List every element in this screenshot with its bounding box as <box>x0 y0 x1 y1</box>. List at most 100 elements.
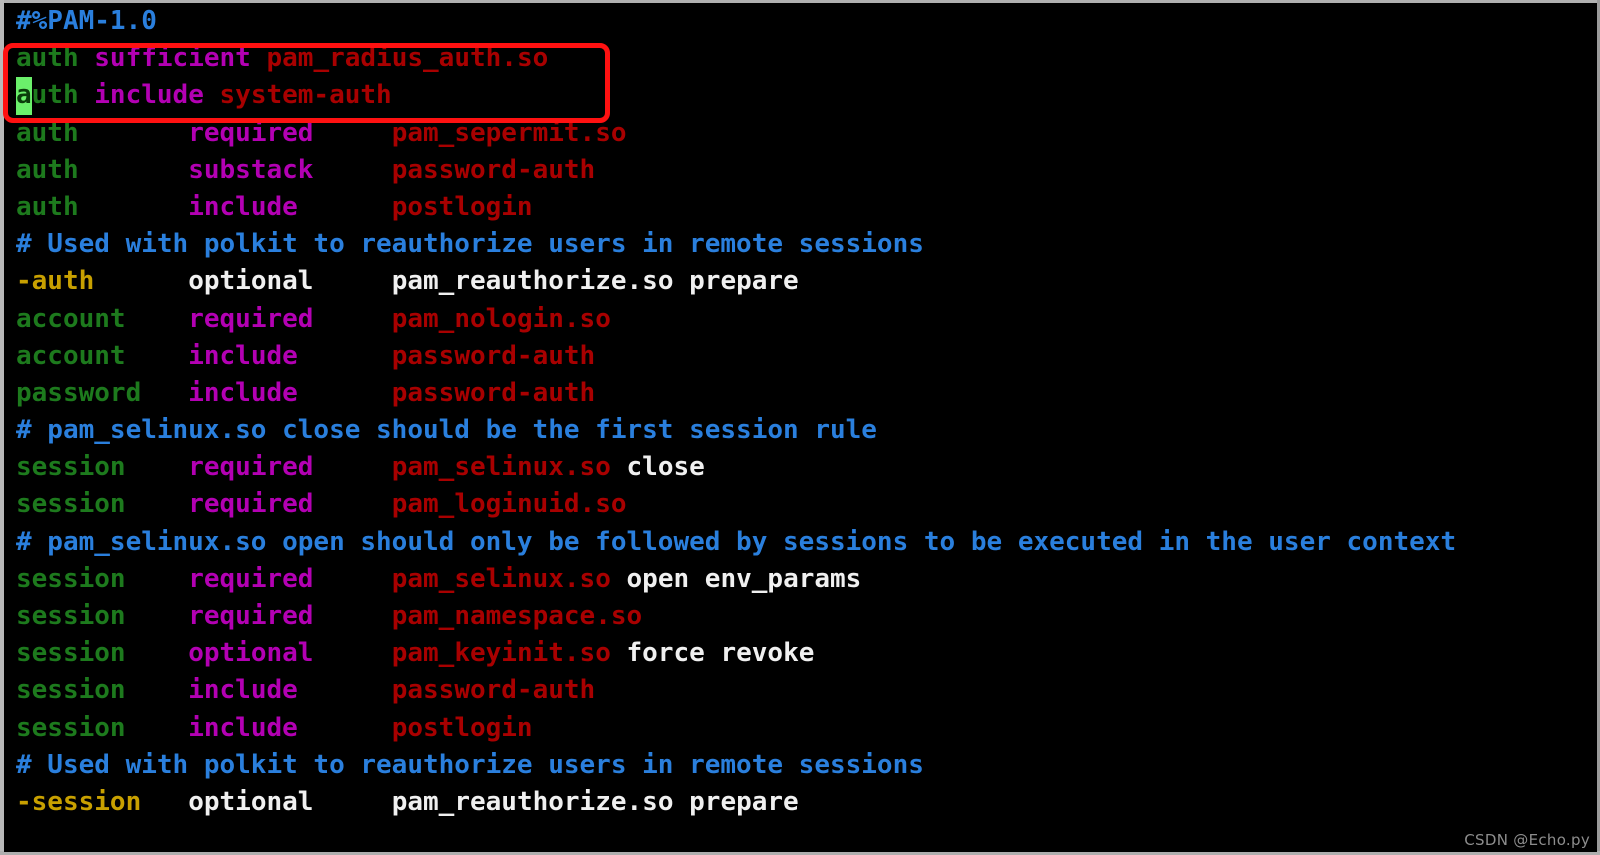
code-token-comment: # Used with polkit to reauthorize users … <box>16 229 924 260</box>
code-token-type: session <box>16 638 126 669</box>
code-token-module: postlogin <box>391 712 533 743</box>
code-token-ctrl: include <box>188 191 298 222</box>
code-token-ctrl: required <box>188 303 314 334</box>
code-token-type: account <box>16 340 126 371</box>
code-line[interactable]: #%PAM-1.0 <box>4 3 1597 40</box>
code-token-module: pam_selinux.so <box>391 452 611 483</box>
code-line[interactable]: session optional pam_keyinit.so force re… <box>4 635 1597 672</box>
code-token-ctrl: required <box>188 563 314 594</box>
code-line[interactable]: account include password-auth <box>4 338 1597 375</box>
code-token-comment: # pam_selinux.so close should be the fir… <box>16 415 877 446</box>
code-token-arg: optional <box>188 266 314 297</box>
code-token-module: password-auth <box>391 154 596 185</box>
code-token-ctrl: include <box>188 340 298 371</box>
text-cursor: a <box>16 77 32 115</box>
watermark-label: CSDN @Echo.py <box>1464 831 1590 849</box>
code-line[interactable]: session include password-auth <box>4 672 1597 709</box>
code-line[interactable]: # Used with polkit to reauthorize users … <box>4 226 1597 263</box>
code-token-module: password-auth <box>391 340 596 371</box>
code-token-type: session <box>16 675 126 706</box>
code-line[interactable]: auth sufficient pam_radius_auth.so <box>4 40 1597 77</box>
code-line[interactable]: -session optional pam_reauthorize.so pre… <box>4 784 1597 821</box>
code-token-ctrl: sufficient <box>94 43 251 74</box>
code-line[interactable]: session include postlogin <box>4 710 1597 747</box>
code-token-type: password <box>16 377 142 408</box>
code-line[interactable]: session required pam_selinux.so close <box>4 449 1597 486</box>
code-token-neg: -session <box>16 786 142 817</box>
code-line[interactable]: # pam_selinux.so open should only be fol… <box>4 524 1597 561</box>
code-token-type: session <box>16 601 126 631</box>
code-token-type: session <box>16 452 126 483</box>
code-line[interactable]: auth required pam_sepermit.so <box>4 115 1597 152</box>
code-line[interactable]: auth include system-auth <box>4 77 1597 115</box>
code-token-ctrl: required <box>188 489 314 520</box>
code-line[interactable]: -auth optional pam_reauthorize.so prepar… <box>4 263 1597 300</box>
code-line[interactable]: session required pam_loginuid.so <box>4 486 1597 523</box>
code-editor-area[interactable]: #%PAM-1.0 auth sufficient pam_radius_auth… <box>4 3 1597 852</box>
code-token-module: pam_loginuid.so <box>391 489 627 520</box>
code-token-ctrl: include <box>188 377 298 408</box>
code-token-type: session <box>16 489 126 520</box>
code-token-neg: -auth <box>16 266 95 297</box>
code-line[interactable]: # pam_selinux.so close should be the fir… <box>4 412 1597 449</box>
code-line[interactable]: session required pam_selinux.so open env… <box>4 561 1597 598</box>
code-token-ctrl: include <box>188 675 298 706</box>
code-token-ctrl: required <box>188 452 314 483</box>
code-line[interactable]: # Used with polkit to reauthorize users … <box>4 747 1597 784</box>
code-line[interactable]: auth include postlogin <box>4 189 1597 226</box>
code-token-arg: pam_reauthorize.so prepare <box>391 266 799 297</box>
code-line[interactable]: auth substack password-auth <box>4 152 1597 189</box>
code-token-type: account <box>16 303 126 334</box>
code-token-module: pam_namespace.so <box>391 601 643 631</box>
code-token-type: auth <box>16 191 79 222</box>
code-token-arg: open env_params <box>626 563 862 594</box>
code-token-arg: pam_reauthorize.so prepare <box>391 786 799 817</box>
code-token-type: auth <box>16 154 79 185</box>
code-token-comment: # pam_selinux.so open should only be fol… <box>16 526 1457 557</box>
code-line[interactable]: password include password-auth <box>4 375 1597 412</box>
code-token-module: pam_radius_auth.so <box>266 43 549 74</box>
code-token-module: pam_nologin.so <box>391 303 611 334</box>
code-token-module: pam_sepermit.so <box>391 117 627 148</box>
code-token-type: session <box>16 712 126 743</box>
code-token-ctrl: optional <box>188 638 314 669</box>
code-line[interactable]: account required pam_nologin.so <box>4 301 1597 338</box>
code-token-module: postlogin <box>391 191 533 222</box>
code-token-module: pam_selinux.so <box>391 563 611 594</box>
code-token-comment: #%PAM-1.0 <box>16 6 157 36</box>
code-token-ctrl: substack <box>188 154 314 185</box>
code-line[interactable]: session required pam_namespace.so <box>4 598 1597 635</box>
code-token-ctrl: include <box>188 712 298 743</box>
code-token-type: auth <box>16 43 79 74</box>
code-token-ctrl: required <box>188 601 314 631</box>
